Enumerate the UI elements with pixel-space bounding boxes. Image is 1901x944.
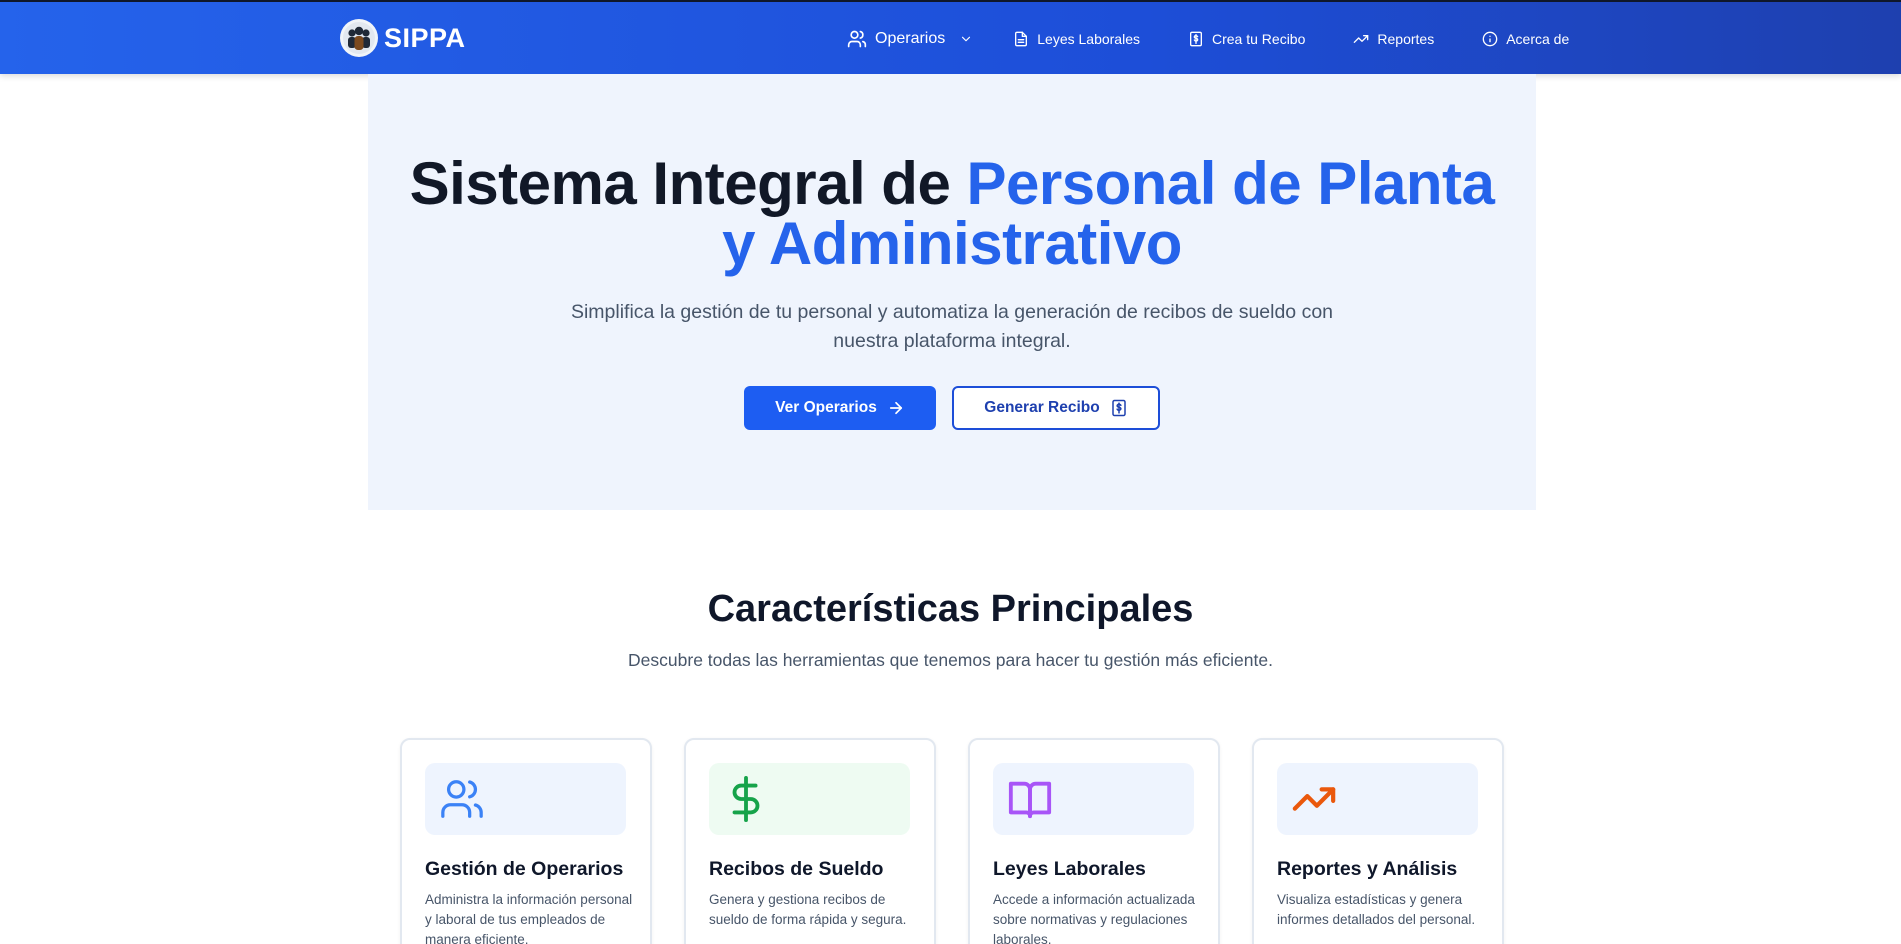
features-title: Características Principales (707, 588, 1194, 630)
brand-name: SIPPA (384, 22, 466, 53)
hero-title-part1: Sistema Integral de (409, 150, 967, 217)
brand[interactable]: SIPPA (340, 18, 466, 58)
arrow-right-icon (889, 401, 902, 415)
feature-card-reportes[interactable]: Reportes y Análisis Visualiza estadístic… (1252, 738, 1504, 944)
nav-item-operarios[interactable]: Operarios (847, 29, 973, 49)
hero-section: Sistema Integral de Personal de Planta y… (368, 74, 1536, 510)
nav-item-reportes[interactable]: Reportes (1353, 31, 1434, 47)
button-label: Generar Recibo (984, 399, 1100, 416)
hero-title-part2: Personal de Planta (966, 150, 1495, 217)
card-description: Administra la información personal y lab… (425, 892, 633, 944)
card-title: Reportes y Análisis (1277, 858, 1458, 880)
card-title: Recibos de Sueldo (709, 858, 884, 880)
nav-label: Operarios (875, 30, 946, 47)
users-icon (441, 780, 483, 818)
card-icon-box (425, 763, 626, 835)
users-icon (847, 30, 867, 48)
hero-title: Sistema Integral de Personal de Planta y… (368, 154, 1536, 274)
generar-recibo-button[interactable]: Generar Recibo (952, 386, 1160, 430)
dollar-icon (732, 776, 760, 822)
card-description: Accede a información actualizada sobre n… (993, 892, 1195, 944)
receipt-icon (1111, 399, 1126, 417)
trending-up-icon (1292, 787, 1336, 811)
feature-card-recibos[interactable]: Recibos de Sueldo Genera y gestiona reci… (684, 738, 936, 944)
card-description: Genera y gestiona recibos de sueldo de f… (709, 892, 907, 927)
nav-label: Leyes Laborales (1037, 31, 1140, 47)
ver-operarios-button[interactable]: Ver Operarios (744, 386, 936, 430)
nav-item-leyes-laborales[interactable]: Leyes Laborales (1013, 31, 1140, 47)
nav-label: Acerca de (1506, 31, 1570, 47)
team-logo-icon (340, 19, 378, 57)
nav-item-crea-tu-recibo[interactable]: Crea tu Recibo (1188, 31, 1305, 47)
card-icon-box (1277, 763, 1478, 835)
trending-up-icon (1354, 35, 1369, 43)
card-title: Gestión de Operarios (425, 858, 624, 880)
nav-item-acerca-de[interactable]: Acerca de (1482, 31, 1569, 47)
receipt-icon (1190, 31, 1202, 47)
button-label: Ver Operarios (775, 399, 877, 416)
top-navbar: SIPPA Operarios Leyes Laborales Crea tu … (0, 0, 1901, 74)
info-icon (1482, 31, 1498, 47)
hero-subtitle: Simplifica la gestión de tu personal y a… (570, 301, 1334, 352)
card-description: Visualiza estadísticas y genera informes… (1277, 892, 1476, 927)
book-open-icon (1008, 781, 1052, 819)
nav-label: Crea tu Recibo (1212, 31, 1306, 47)
document-icon (1015, 31, 1028, 47)
main-nav: Operarios Leyes Laborales Crea tu Recibo… (847, 2, 1569, 76)
card-title: Leyes Laborales (993, 858, 1146, 880)
hero-title-part3: y Administrativo (722, 210, 1182, 277)
features-subtitle: Descubre todas las herramientas que tene… (628, 650, 1273, 670)
card-icon-box (709, 763, 910, 835)
card-icon-box (993, 763, 1194, 835)
feature-card-operarios[interactable]: Gestión de Operarios Administra la infor… (400, 738, 652, 944)
chevron-down-icon[interactable] (959, 32, 973, 46)
feature-card-leyes[interactable]: Leyes Laborales Accede a información act… (968, 738, 1220, 944)
nav-label: Reportes (1377, 31, 1435, 47)
